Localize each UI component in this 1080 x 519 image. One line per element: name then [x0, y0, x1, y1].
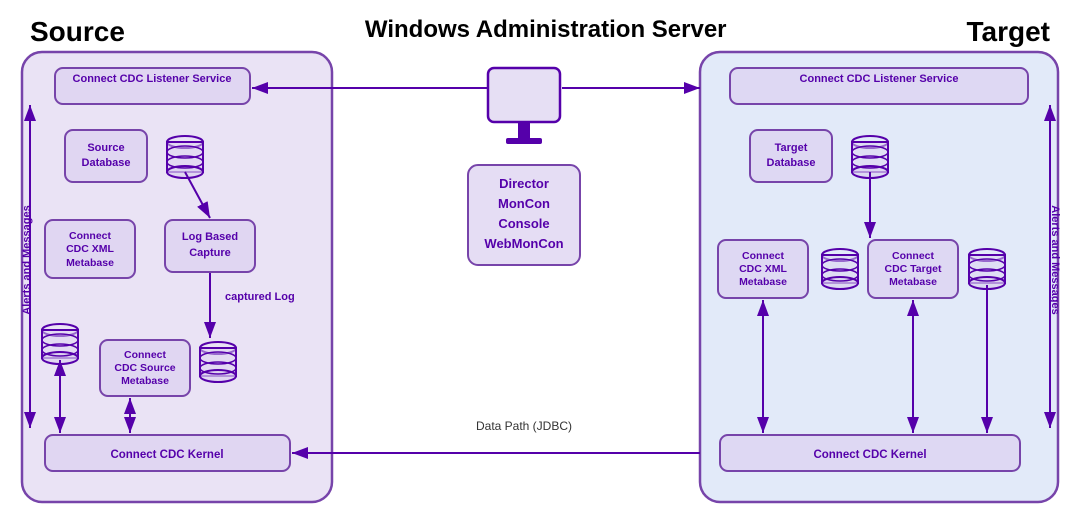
- monitor-screen: [488, 68, 560, 122]
- target-database-box: [750, 130, 832, 182]
- svg-text:Console: Console: [498, 216, 549, 231]
- diagram: Source Windows Administration Server Tar…: [0, 0, 1080, 519]
- svg-text:Connect: Connect: [742, 250, 785, 262]
- svg-text:WebMonCon: WebMonCon: [484, 236, 563, 251]
- svg-text:Metabase: Metabase: [889, 276, 937, 288]
- log-based-capture-box: [165, 220, 255, 272]
- source-database-box: [65, 130, 147, 182]
- svg-text:CDC XML: CDC XML: [66, 243, 114, 255]
- svg-text:Target: Target: [775, 142, 808, 154]
- svg-text:Database: Database: [82, 157, 131, 169]
- svg-text:Database: Database: [767, 157, 816, 169]
- svg-text:Metabase: Metabase: [739, 276, 787, 288]
- svg-text:Source: Source: [87, 142, 124, 154]
- svg-text:CDC Source: CDC Source: [114, 362, 175, 374]
- svg-text:MonCon: MonCon: [498, 196, 550, 211]
- source-cdc-listener-label: Connect CDC Listener Service: [73, 73, 232, 85]
- svg-text:Connect: Connect: [69, 230, 112, 242]
- svg-text:Capture: Capture: [189, 247, 231, 259]
- source-alerts-label: Alerts and Messages: [21, 205, 33, 314]
- svg-text:Metabase: Metabase: [121, 375, 169, 387]
- svg-text:Metabase: Metabase: [66, 257, 114, 269]
- svg-text:Connect CDC Kernel: Connect CDC Kernel: [813, 449, 926, 461]
- svg-text:Connect: Connect: [892, 250, 935, 262]
- data-path-label: Data Path (JDBC): [476, 419, 572, 433]
- svg-text:Log Based: Log Based: [182, 231, 238, 243]
- svg-text:Director: Director: [499, 176, 549, 191]
- svg-text:CDC Target: CDC Target: [885, 263, 942, 275]
- captured-log-label: captured Log: [225, 291, 295, 303]
- svg-text:Connect CDC Listener Service: Connect CDC Listener Service: [800, 73, 959, 85]
- svg-text:CDC XML: CDC XML: [739, 263, 787, 275]
- svg-text:Connect CDC Kernel: Connect CDC Kernel: [110, 449, 223, 461]
- svg-text:Connect: Connect: [124, 349, 167, 361]
